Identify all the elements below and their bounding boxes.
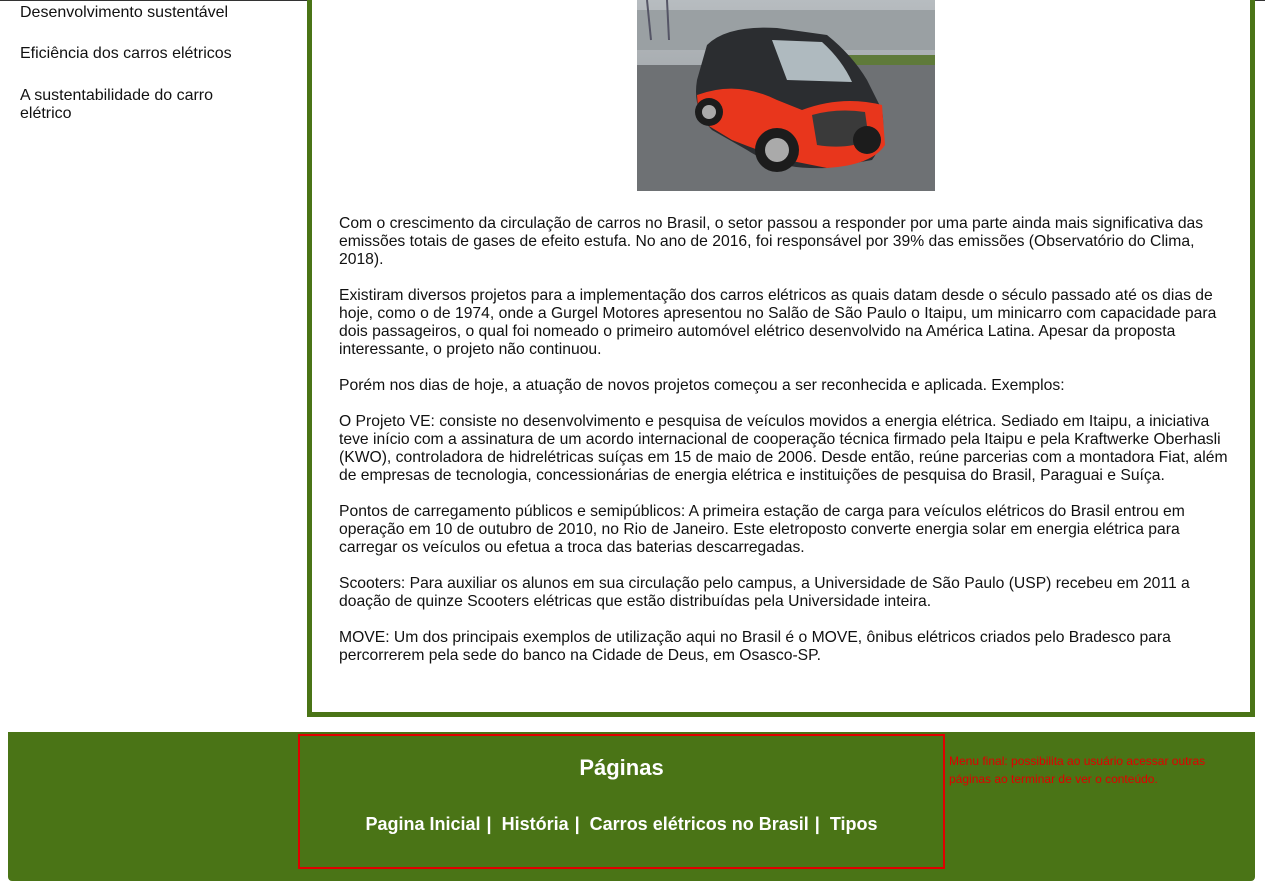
footer-separator: | <box>486 814 492 834</box>
footer-links: Pagina Inicial | História | Carros elétricos… <box>300 814 943 835</box>
footer-link-historia[interactable]: História <box>502 814 569 834</box>
footer-link-tipos[interactable]: Tipos <box>830 814 878 834</box>
paragraph-growth-emissions: Com o crescimento da circulação de carro… <box>339 215 1204 268</box>
footer-link-carros-eletricos-no-brasil[interactable]: Carros elétricos no Brasil <box>590 814 809 834</box>
paragraph-examples-intro: Porém nos dias de hoje, a atuação de nov… <box>339 377 1065 394</box>
paragraph-move: MOVE: Um dos principais exemplos de util… <box>339 629 1171 664</box>
sidebar-item-eficiencia-carros-eletricos[interactable]: Eficiência dos carros elétricos <box>20 45 240 63</box>
article-text: Com o crescimento da circulação de carro… <box>339 215 1237 683</box>
footer-separator: | <box>814 814 820 834</box>
electric-car-photo <box>637 0 935 191</box>
sidebar-item-sustentabilidade-carro-eletrico[interactable]: A sustentabilidade do carro elétrico <box>20 87 240 123</box>
footer-title: Páginas <box>579 755 664 780</box>
footer-annotation-note: Menu final: possibilita ao usuário acess… <box>949 754 1206 786</box>
paragraph-projeto-ve: O Projeto VE: consiste no desenvolviment… <box>339 413 1228 484</box>
main-content: Com o crescimento da circulação de carro… <box>307 0 1255 717</box>
footer-separator: | <box>574 814 580 834</box>
footer-menu-highlight: Páginas Pagina Inicial | História | Carros e… <box>298 734 945 869</box>
paragraph-scooters: Scooters: Para auxiliar os alunos em sua… <box>339 575 1190 610</box>
footer: Páginas Pagina Inicial | História | Carros e… <box>8 732 1255 881</box>
footer-link-pagina-inicial[interactable]: Pagina Inicial <box>366 814 481 834</box>
sidebar-item-desenvolvimento-sustentavel[interactable]: Desenvolvimento sustentável <box>20 4 240 22</box>
paragraph-history-projects: Existiram diversos projetos para a imple… <box>339 287 1217 358</box>
paragraph-charging-points: Pontos de carregamento públicos e semipú… <box>339 503 1185 556</box>
